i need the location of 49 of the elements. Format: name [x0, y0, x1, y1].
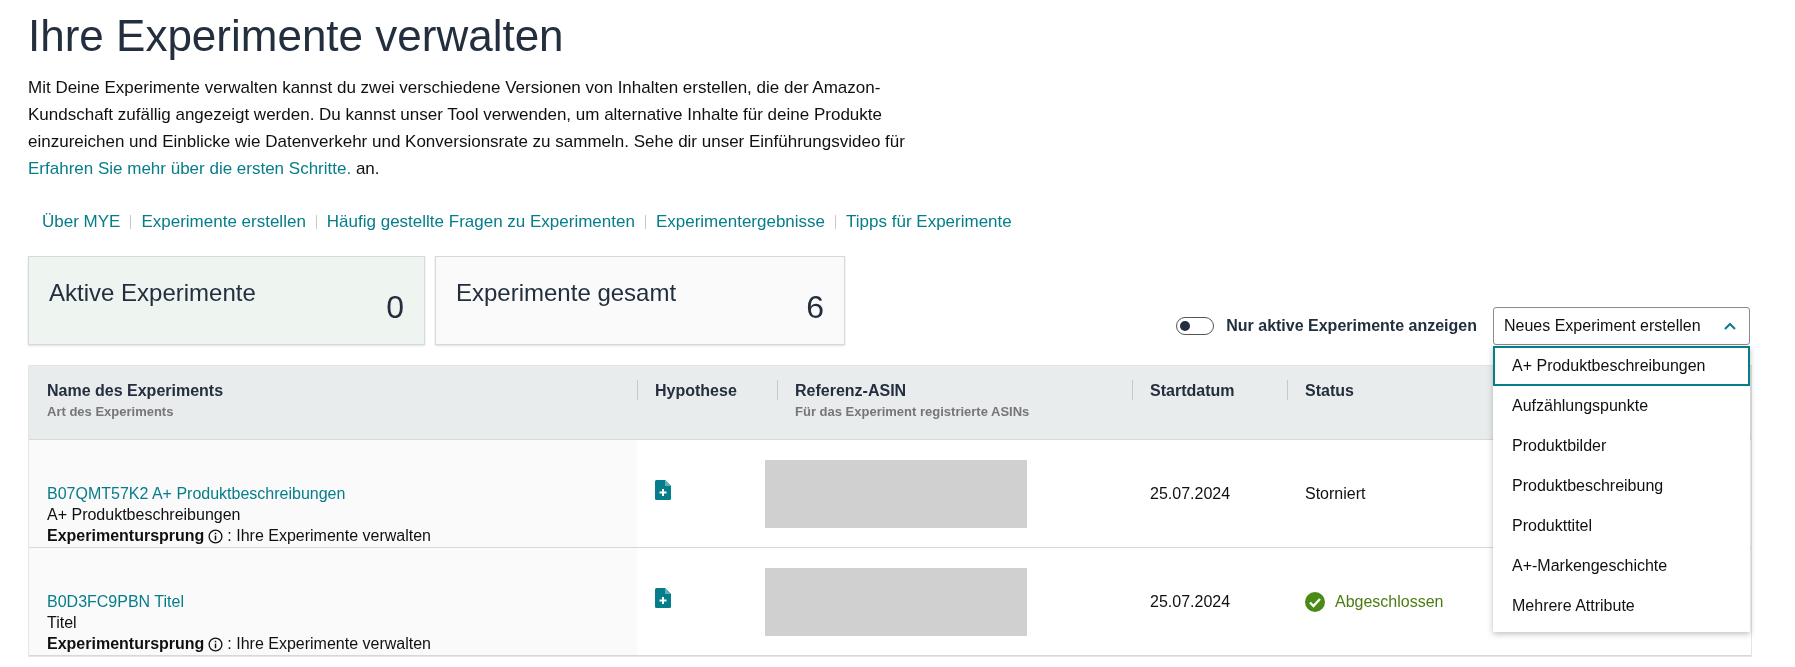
menu-item[interactable]: A+ Produktbeschreibungen: [1493, 346, 1750, 386]
toggle-switch[interactable]: [1176, 317, 1215, 335]
origin-value: : Ihre Experimente verwalten: [227, 635, 431, 653]
origin-value: : Ihre Experimente verwalten: [227, 527, 431, 545]
experiment-link[interactable]: B07QMT57K2 A+ Produktbeschreibungen: [47, 485, 346, 503]
menu-item[interactable]: A+-Markengeschichte: [1493, 546, 1750, 586]
document-add-icon[interactable]: [655, 480, 671, 500]
experiment-link[interactable]: B0D3FC9PBN Titel: [47, 593, 184, 611]
stat-card[interactable]: Aktive Experimente 0: [28, 256, 425, 345]
stat-value: 6: [806, 289, 824, 327]
menu-item[interactable]: Produktbilder: [1493, 426, 1750, 466]
stat-card[interactable]: Experimente gesamt 6: [435, 256, 845, 345]
column-header: Status: [1305, 382, 1354, 400]
experiment-type: Titel: [47, 614, 77, 632]
status-text: Abgeschlossen: [1335, 592, 1444, 611]
menu-item[interactable]: Produktbeschreibung: [1493, 466, 1750, 506]
column-subheader: Art des Experiments: [47, 404, 174, 419]
column-header: Referenz-ASIN: [795, 382, 907, 400]
stat-label: Experimente gesamt: [456, 279, 677, 308]
toggle-label: Nur aktive Experimente anzeigen: [1226, 317, 1477, 335]
origin-label: Experimentursprung: [47, 635, 205, 653]
nav-link[interactable]: Häufig gestellte Fragen zu Experimenten: [326, 212, 635, 232]
check-circle-icon: [1305, 591, 1325, 612]
menu-item[interactable]: Produkttitel: [1493, 506, 1750, 546]
experiment-type: A+ Produktbeschreibungen: [47, 506, 241, 524]
column-header: Hypothese: [655, 382, 737, 400]
status-text: Storniert: [1305, 484, 1366, 503]
chevron-icon: [1723, 321, 1737, 331]
start-date: 25.07.2024: [1150, 484, 1231, 503]
menu-item[interactable]: Mehrere Attribute: [1493, 586, 1750, 626]
intro-paragraph: Mit Deine Experimente verwalten kannst du zwei verschiedene Versionen von Inhalten erstellen, die der Amazon-Kundschaft zufällig angezeigt werden. Du kannst unser Tool verwenden, um alternative Inhalte für deine Produkte einzureichen und Einblicke wie Datenverkehr und Konversionsrate zu sammeln. Sehe dir unser Einführungsvideo für Erfahren Sie mehr über die ersten Schritte. an.: [28, 77, 906, 180]
stat-label: Aktive Experimente: [49, 279, 256, 308]
document-add-icon[interactable]: [655, 588, 671, 608]
column-header: Startdatum: [1150, 382, 1235, 400]
info-icon[interactable]: [208, 528, 224, 544]
info-icon[interactable]: [208, 636, 224, 652]
page-title: Ihre Experimente verwalten: [28, 10, 565, 62]
intro-link[interactable]: Erfahren Sie mehr über die ersten Schritte.: [28, 159, 352, 178]
origin-label: Experimentursprung: [47, 527, 205, 545]
nav-link[interactable]: Experimente erstellen: [141, 212, 306, 232]
column-header: Name des Experiments: [47, 382, 224, 400]
create-dropdown[interactable]: Neues Experiment erstellen: [1493, 307, 1750, 345]
column-subheader: Für das Experiment registrierte ASINs: [795, 404, 1030, 419]
stat-value: 0: [386, 289, 404, 327]
nav-link[interactable]: Tipps für Experimente: [846, 212, 1012, 232]
nav-link[interactable]: Experimentergebnisse: [655, 212, 826, 232]
nav-link[interactable]: Über MYE: [42, 212, 121, 232]
start-date: 25.07.2024: [1150, 592, 1231, 611]
menu-item[interactable]: Aufzählungspunkte: [1493, 386, 1750, 426]
